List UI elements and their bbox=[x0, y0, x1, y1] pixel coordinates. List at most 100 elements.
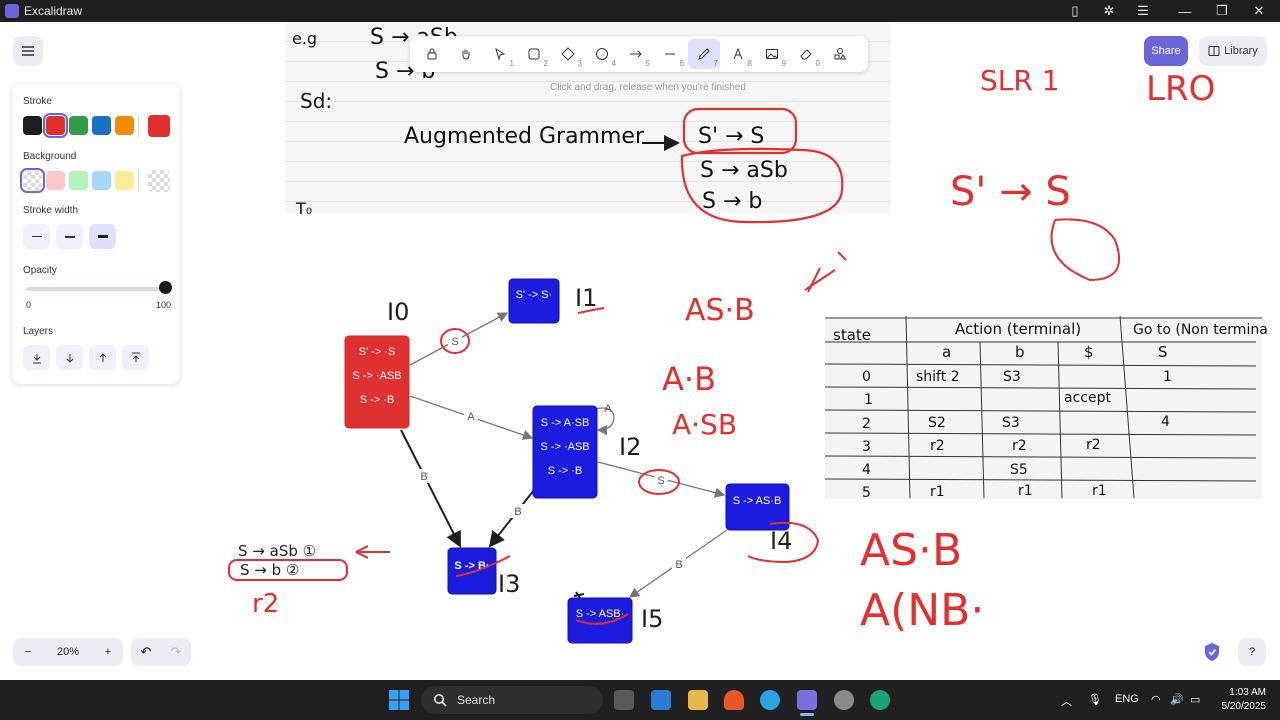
stroke-color-current[interactable] bbox=[148, 115, 170, 137]
volume-icon[interactable]: 🔊 bbox=[1170, 693, 1184, 706]
close-button[interactable]: ✕ bbox=[1242, 0, 1276, 22]
stroke-color-red[interactable] bbox=[43, 113, 68, 138]
ellipse-tool[interactable]: 4 bbox=[586, 39, 618, 69]
rectangle-tool[interactable]: 2 bbox=[518, 39, 550, 69]
edge-label-a2: A bbox=[604, 403, 612, 415]
extensions-icon[interactable]: ✲ bbox=[1092, 0, 1126, 22]
background-transparent[interactable] bbox=[20, 168, 45, 193]
send-backward-icon bbox=[66, 353, 73, 363]
line-tool[interactable]: 6 bbox=[654, 39, 686, 69]
taskbar-search[interactable]: Search bbox=[421, 686, 603, 714]
send-backward-button[interactable] bbox=[56, 345, 83, 370]
table-row-3-b: r2 bbox=[1012, 438, 1027, 454]
help-button[interactable]: ? bbox=[1238, 638, 1266, 666]
i4-line-1: S -> AS·B bbox=[733, 495, 782, 507]
restore-button[interactable]: ❐ bbox=[1205, 0, 1239, 22]
stroke-width-thin[interactable] bbox=[23, 224, 50, 249]
send-to-back-button[interactable] bbox=[23, 345, 50, 370]
minimize-button[interactable]: — bbox=[1168, 0, 1202, 22]
tool-shortcut: 3 bbox=[577, 59, 582, 68]
photo-line-augmented: Augmented Grammer bbox=[404, 124, 645, 149]
telegram-icon[interactable] bbox=[760, 690, 780, 710]
i0-line-1: S' -> ·S bbox=[359, 346, 396, 358]
bring-forward-button[interactable] bbox=[89, 345, 116, 370]
diamond-icon bbox=[561, 47, 575, 61]
edge-icon[interactable] bbox=[870, 690, 890, 710]
svg-text:T₀: T₀ bbox=[295, 199, 312, 218]
file-explorer-icon[interactable] bbox=[688, 690, 708, 710]
brave-browser-icon[interactable] bbox=[724, 690, 744, 710]
line-icon bbox=[665, 53, 675, 55]
stroke-color-black[interactable] bbox=[23, 116, 42, 135]
save-icon[interactable]: ▯ bbox=[1058, 0, 1092, 22]
background-color-current[interactable] bbox=[148, 170, 170, 192]
app-menu-icon[interactable]: ☰ bbox=[1126, 0, 1160, 22]
task-view-icon[interactable] bbox=[614, 690, 634, 710]
background-color-green[interactable] bbox=[69, 171, 88, 190]
stroke-color-blue[interactable] bbox=[92, 116, 111, 135]
background-color-pink[interactable] bbox=[46, 171, 65, 190]
tool-shortcut: 5 bbox=[645, 59, 650, 68]
library-button[interactable]: Library bbox=[1199, 36, 1267, 66]
microphone-icon[interactable]: 🎙 bbox=[1088, 693, 1102, 706]
language-indicator[interactable]: ENG bbox=[1115, 693, 1139, 705]
table-row-0-a: shift 2 bbox=[916, 369, 960, 385]
background-color-blue[interactable] bbox=[92, 171, 111, 190]
zoom-out-button[interactable]: − bbox=[13, 646, 43, 658]
i2-line-1: S -> A·SB bbox=[541, 417, 590, 429]
edge-label-b3: B bbox=[675, 559, 682, 571]
stroke-color-orange[interactable] bbox=[115, 116, 134, 135]
cursor-icon bbox=[495, 47, 506, 61]
clock-date: 5/20/2025 bbox=[1221, 701, 1267, 712]
share-button[interactable]: Share bbox=[1144, 36, 1188, 66]
stroke-width-extra-bold[interactable] bbox=[89, 224, 116, 249]
eraser-tool[interactable]: 0 bbox=[790, 39, 822, 69]
hand-tool[interactable] bbox=[450, 39, 482, 69]
table-header-dollar: $ bbox=[1084, 343, 1094, 361]
drawing-canvas[interactable]: e.g S → aSb S → b Sd: Augmented Grammer … bbox=[0, 22, 1280, 680]
note-lr0: LRO bbox=[1146, 69, 1215, 109]
lock-icon bbox=[427, 48, 437, 60]
shield-check-icon[interactable] bbox=[1203, 642, 1221, 662]
opacity-slider[interactable] bbox=[26, 287, 164, 291]
note-bottom-1: AS·B bbox=[860, 525, 962, 576]
background-label: Background bbox=[23, 151, 77, 162]
selection-tool[interactable]: 1 bbox=[484, 39, 516, 69]
lock-tool[interactable] bbox=[416, 39, 448, 69]
excalidraw-taskbar-icon[interactable] bbox=[797, 690, 817, 710]
table-header-a: a bbox=[942, 343, 951, 361]
shapes-icon bbox=[834, 48, 847, 60]
windows-start-icon[interactable] bbox=[389, 690, 409, 710]
vscode-icon[interactable] bbox=[651, 690, 671, 710]
tray-chevron-icon[interactable]: ︿ bbox=[1061, 693, 1072, 709]
stroke-width-bold[interactable] bbox=[56, 224, 83, 249]
opacity-max: 100 bbox=[156, 300, 172, 310]
table-row-5-a: r1 bbox=[930, 484, 945, 500]
background-color-yellow[interactable] bbox=[115, 171, 134, 190]
zoom-in-button[interactable]: + bbox=[93, 646, 123, 658]
table-row-0-state: 0 bbox=[862, 369, 871, 385]
opacity-label: Opacity bbox=[23, 265, 57, 276]
diamond-tool[interactable]: 3 bbox=[552, 39, 584, 69]
excalidraw-app-icon bbox=[5, 4, 19, 18]
battery-icon[interactable]: ▭ bbox=[1190, 693, 1200, 706]
undo-button[interactable]: ↶ bbox=[131, 644, 161, 660]
zoom-level[interactable]: 20% bbox=[43, 646, 93, 658]
arrow-tool[interactable]: 5 bbox=[620, 39, 652, 69]
stroke-color-green[interactable] bbox=[69, 116, 88, 135]
draw-tool[interactable]: 7 bbox=[688, 39, 720, 69]
wifi-icon[interactable]: ◠ bbox=[1151, 693, 1161, 706]
clock[interactable]: 1:03 AM 5/20/2025 bbox=[1214, 686, 1267, 714]
main-menu-button[interactable] bbox=[13, 36, 43, 66]
image-tool[interactable]: 9 bbox=[756, 39, 788, 69]
eraser-icon bbox=[800, 49, 812, 60]
table-row-4-state: 4 bbox=[862, 462, 871, 478]
text-tool[interactable]: 8 bbox=[722, 39, 754, 69]
chrome-icon[interactable] bbox=[834, 690, 854, 710]
divider bbox=[138, 115, 139, 137]
extra-tools-button[interactable] bbox=[824, 39, 856, 69]
redo-button[interactable]: ↷ bbox=[161, 644, 191, 660]
opacity-slider-thumb[interactable] bbox=[159, 281, 172, 294]
bring-to-front-button[interactable] bbox=[122, 345, 149, 370]
table-row-4-b: S5 bbox=[1010, 462, 1028, 478]
